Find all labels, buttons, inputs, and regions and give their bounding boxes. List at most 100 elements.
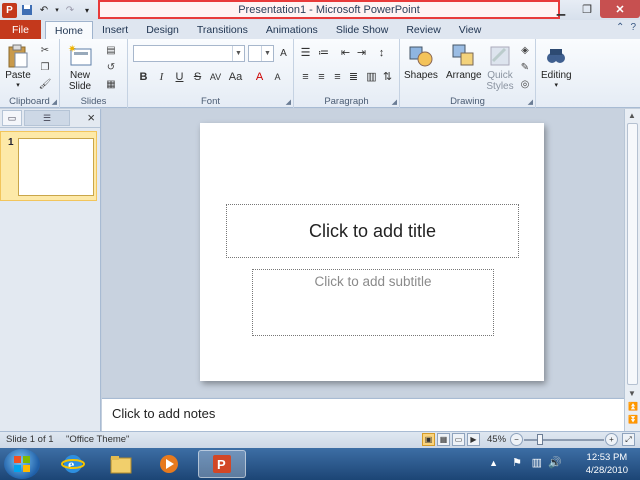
taskbar-internet-explorer[interactable]: e	[50, 450, 96, 478]
volume-icon[interactable]: 🔊	[548, 456, 562, 469]
arrange-button[interactable]: Arrange	[446, 42, 482, 81]
tab-review[interactable]: Review	[397, 21, 449, 39]
paragraph-launcher-icon[interactable]: ◢	[392, 98, 397, 106]
zoom-in-icon[interactable]: +	[605, 433, 618, 446]
italic-icon[interactable]: I	[154, 69, 169, 84]
text-direction-icon[interactable]: ⇅	[380, 69, 395, 84]
font-size-combo[interactable]: ▼	[248, 45, 274, 62]
tab-design[interactable]: Design	[137, 21, 188, 39]
layout-icon[interactable]: ▤	[104, 43, 118, 57]
font-launcher-icon[interactable]: ◢	[286, 98, 291, 106]
tab-transitions[interactable]: Transitions	[188, 21, 257, 39]
numbering-icon[interactable]: ≔	[316, 45, 331, 60]
outline-tab-icon[interactable]: ☰	[24, 110, 70, 126]
scrollbar-thumb[interactable]	[627, 123, 638, 385]
customize-qat-icon[interactable]: ▾	[80, 3, 94, 17]
tab-slide-show[interactable]: Slide Show	[327, 21, 398, 39]
shapes-button[interactable]: Shapes	[404, 42, 438, 81]
align-right-icon[interactable]: ≡	[330, 69, 345, 84]
notes-pane[interactable]: Click to add notes	[102, 398, 624, 431]
strikethrough-icon[interactable]: S	[190, 69, 205, 84]
bullets-icon[interactable]: ☰	[298, 45, 313, 60]
title-placeholder[interactable]: Click to add title	[226, 204, 519, 258]
powerpoint-app-icon[interactable]: P	[2, 2, 17, 18]
ribbon-home: Paste ▾ ✂ ❐ 🖌 Clipboard ◢ ✷ New Slide ▤ …	[0, 39, 640, 108]
tab-home[interactable]: Home	[44, 21, 93, 39]
undo-dropdown-icon[interactable]: ▾	[54, 3, 60, 17]
font-color-icon[interactable]: A	[252, 69, 267, 84]
shape-fill-icon[interactable]: ◈	[518, 43, 532, 57]
taskbar-media-player[interactable]	[146, 450, 192, 478]
slide-thumbnail[interactable]	[18, 138, 94, 196]
paste-button[interactable]: Paste ▾	[4, 42, 32, 89]
section-icon[interactable]: ▦	[104, 77, 118, 91]
slide-canvas[interactable]: Click to add title Click to add subtitle	[200, 123, 544, 381]
close-pane-icon[interactable]: ×	[87, 110, 95, 125]
clipboard-launcher-icon[interactable]: ◢	[52, 98, 57, 106]
new-slide-button[interactable]: ✷ New Slide	[66, 42, 94, 92]
font-name-dropdown-icon[interactable]: ▼	[232, 46, 244, 61]
quick-styles-button[interactable]: Quick Styles	[486, 42, 514, 92]
zoom-slider-handle[interactable]	[537, 434, 543, 445]
action-center-flag-icon[interactable]: ⚑	[512, 456, 522, 469]
fit-to-window-icon[interactable]: ⤢	[622, 433, 635, 446]
shape-outline-icon[interactable]: ✎	[518, 60, 532, 74]
align-left-icon[interactable]: ≡	[298, 69, 313, 84]
shape-effects-icon[interactable]: ◎	[518, 77, 532, 91]
decrease-indent-icon[interactable]: ⇤	[338, 45, 353, 60]
restore-button[interactable]: ❐	[574, 0, 600, 18]
next-slide-icon[interactable]: ⏬	[628, 415, 638, 424]
grow-font-icon[interactable]: A	[276, 46, 291, 61]
vertical-scrollbar[interactable]: ▲ ▼ ⏫ ⏬	[624, 109, 640, 431]
font-size-dropdown-icon[interactable]: ▼	[261, 46, 273, 61]
zoom-out-icon[interactable]: −	[510, 433, 523, 446]
start-button[interactable]	[4, 449, 40, 479]
tab-animations[interactable]: Animations	[257, 21, 327, 39]
slide-thumbnail-item[interactable]: 1	[0, 131, 97, 201]
minimize-button[interactable]: ▁	[548, 0, 574, 18]
bold-icon[interactable]: B	[136, 69, 151, 84]
tab-file[interactable]: File	[0, 20, 41, 39]
slide-sorter-view-icon[interactable]: ▦	[437, 433, 450, 446]
format-painter-icon[interactable]: 🖌	[38, 77, 52, 91]
scroll-up-icon[interactable]: ▲	[628, 111, 636, 120]
reading-view-icon[interactable]: ▭	[452, 433, 465, 446]
taskbar-file-explorer[interactable]	[98, 450, 144, 478]
undo-icon[interactable]: ↶	[37, 3, 51, 17]
cut-icon[interactable]: ✂	[38, 43, 52, 57]
editing-button[interactable]: Editing ▾	[541, 42, 572, 89]
subtitle-placeholder[interactable]: Click to add subtitle	[252, 269, 494, 336]
char-spacing-icon[interactable]: AV	[208, 69, 223, 84]
change-case-icon[interactable]: Aa	[228, 69, 243, 84]
minimize-ribbon-icon[interactable]: ⌃	[616, 22, 624, 33]
zoom-level[interactable]: 45%	[487, 434, 506, 445]
tab-view[interactable]: View	[450, 21, 491, 39]
shrink-font-icon[interactable]: A	[270, 69, 285, 84]
underline-icon[interactable]: U	[172, 69, 187, 84]
taskbar-powerpoint[interactable]: P	[198, 450, 246, 478]
taskbar-clock[interactable]: 12:53 PM 4/28/2010	[586, 451, 628, 477]
normal-view-icon[interactable]: ▣	[422, 433, 435, 446]
slides-tab-icon[interactable]: ▭	[2, 110, 22, 126]
justify-icon[interactable]: ≣	[346, 69, 361, 84]
help-icon[interactable]: ?	[630, 22, 636, 33]
save-icon[interactable]	[20, 3, 34, 17]
network-icon[interactable]: ▥	[532, 456, 542, 469]
font-name-combo[interactable]: ▼	[133, 45, 245, 62]
close-button[interactable]: ✕	[600, 0, 640, 18]
line-spacing-icon[interactable]: ↕	[374, 45, 389, 60]
reset-icon[interactable]: ↺	[104, 60, 118, 74]
previous-slide-icon[interactable]: ⏫	[628, 402, 638, 411]
show-hidden-icons-icon[interactable]: ▲	[489, 458, 498, 468]
zoom-slider[interactable]	[524, 439, 604, 441]
redo-icon[interactable]: ↷	[63, 3, 77, 17]
increase-indent-icon[interactable]: ⇥	[354, 45, 369, 60]
columns-icon[interactable]: ▥	[364, 69, 379, 84]
paste-dropdown-icon[interactable]: ▾	[16, 81, 20, 89]
slideshow-view-icon[interactable]: ▶	[467, 433, 480, 446]
scroll-down-icon[interactable]: ▼	[628, 389, 636, 398]
tab-insert[interactable]: Insert	[93, 21, 137, 39]
align-center-icon[interactable]: ≡	[314, 69, 329, 84]
drawing-launcher-icon[interactable]: ◢	[528, 98, 533, 106]
copy-icon[interactable]: ❐	[38, 60, 52, 74]
